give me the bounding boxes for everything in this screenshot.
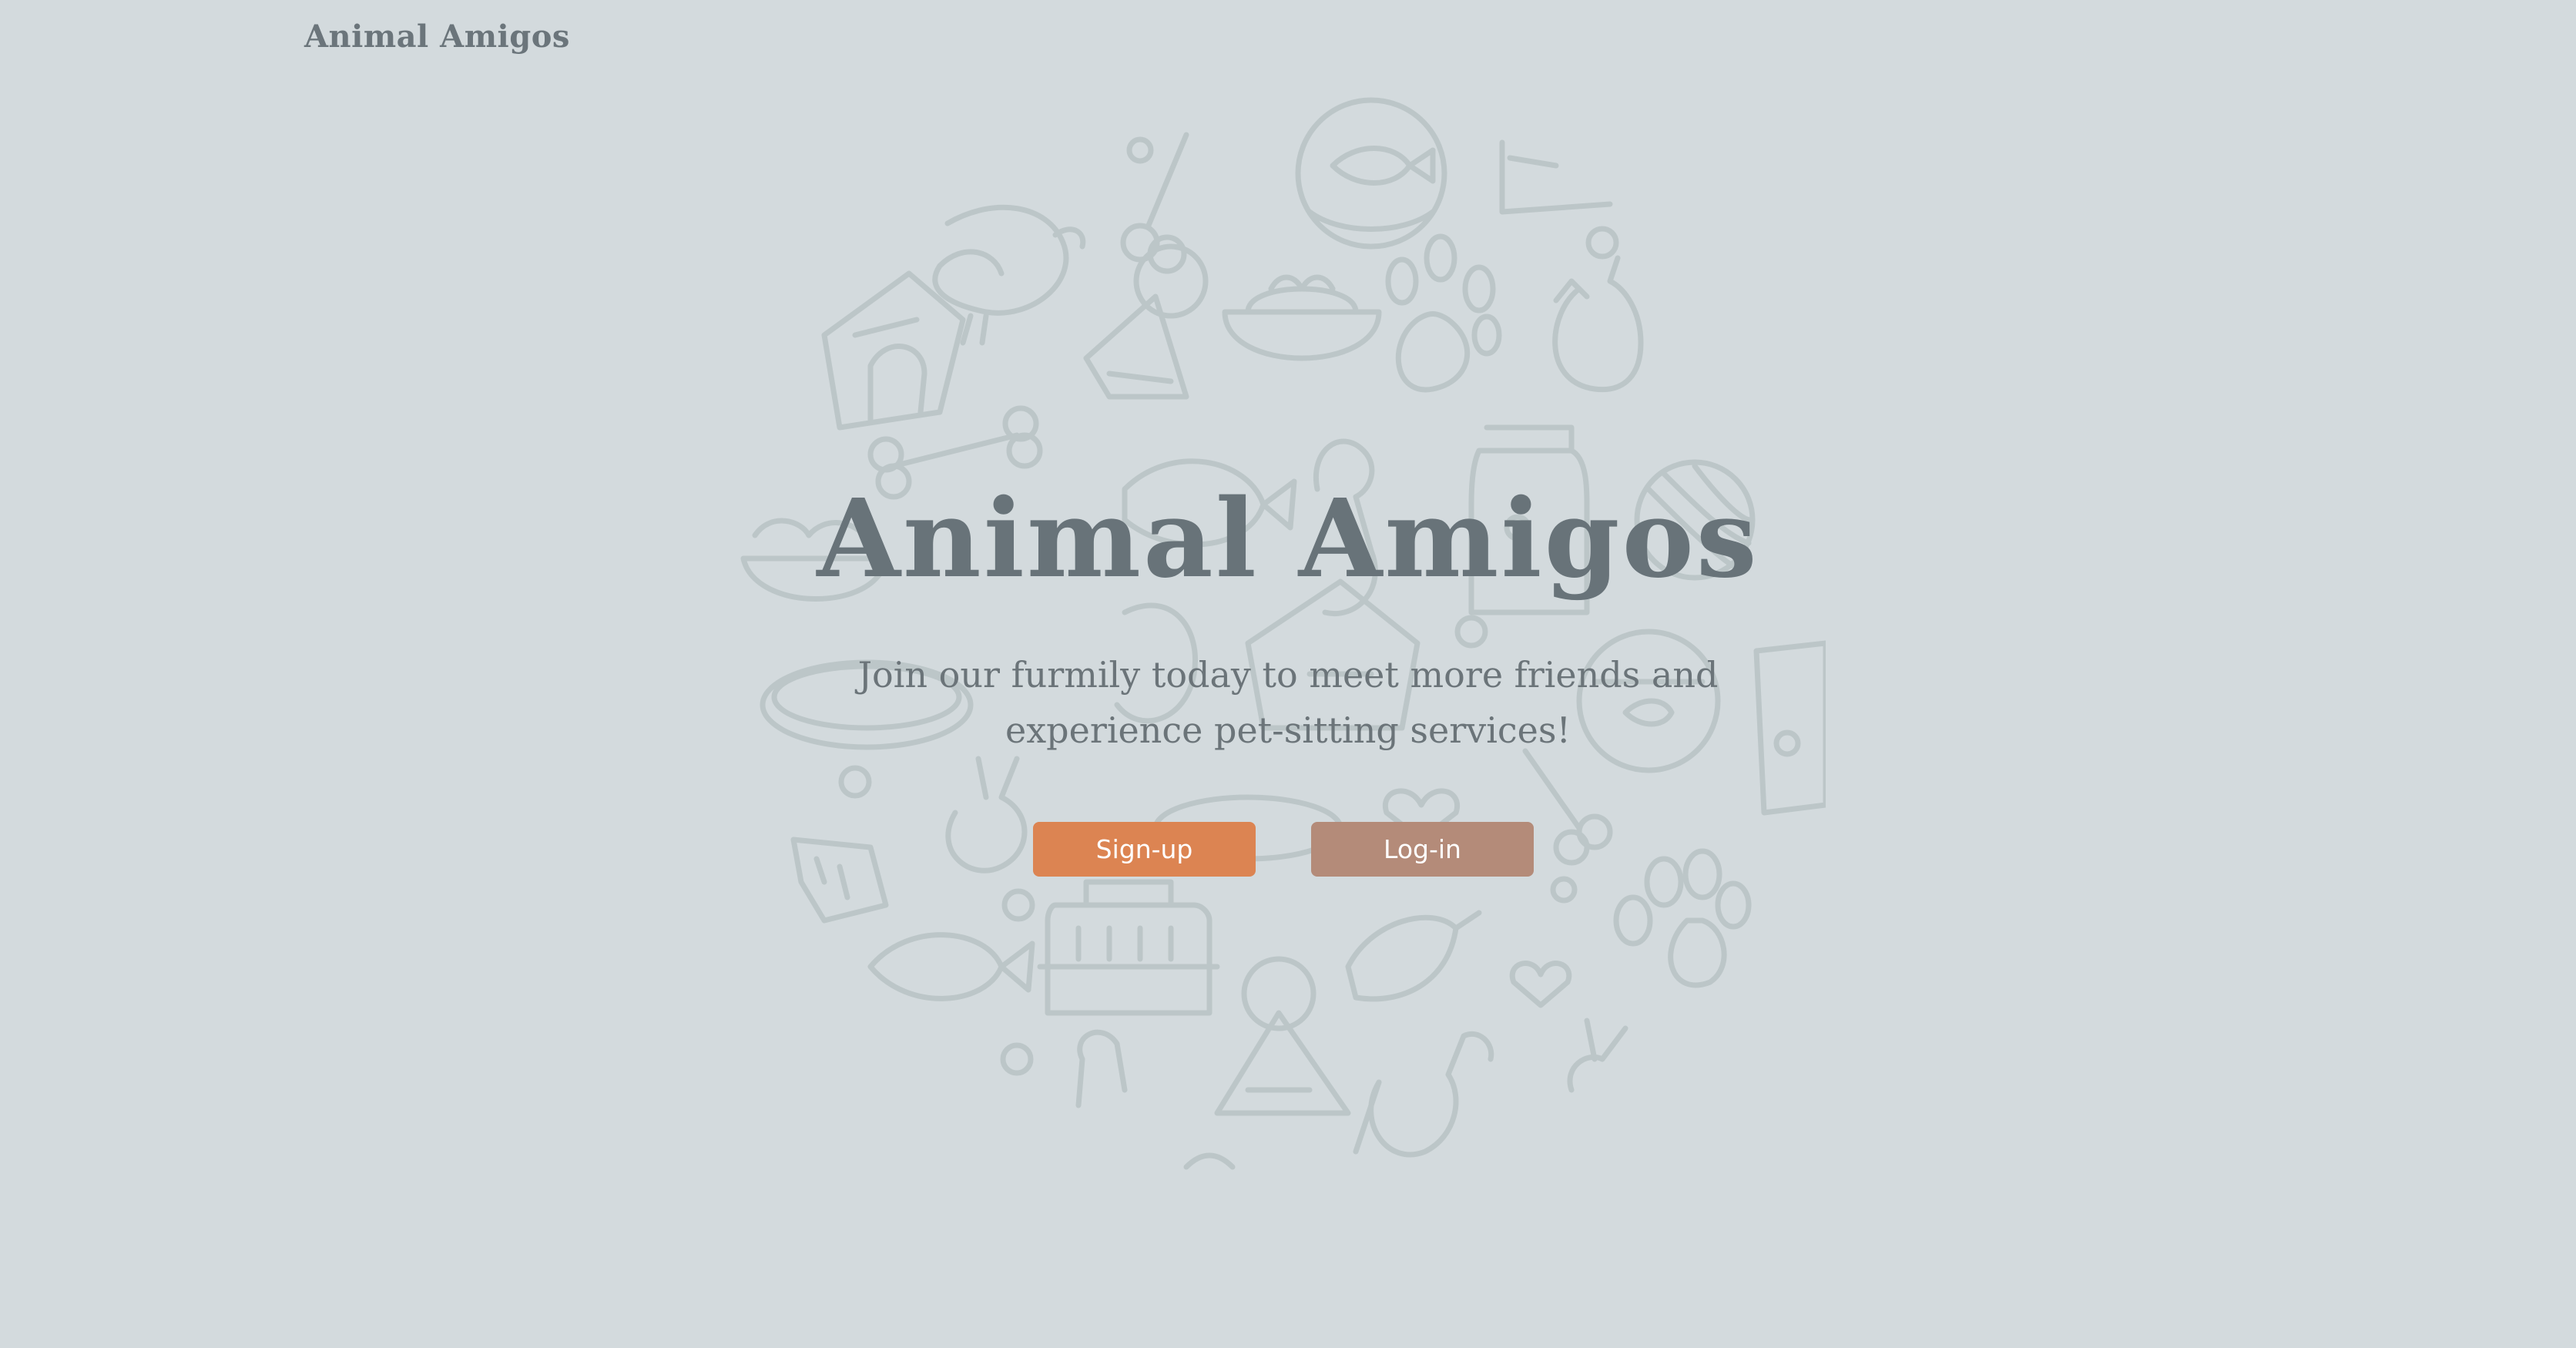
pet-pattern-background <box>740 89 1829 1182</box>
dot-icon <box>1550 876 1578 904</box>
dog-icon <box>1075 1029 1128 1108</box>
bone-icon <box>1522 748 1613 866</box>
heart-icon <box>1509 961 1572 1008</box>
cage-icon <box>790 837 889 924</box>
dot-icon <box>1000 1042 1034 1076</box>
fish-icon <box>1345 910 1482 1002</box>
parrot-icon <box>932 204 1086 346</box>
landing-page: Animal Amigos Animal Amigos Join our fur… <box>0 0 2576 1348</box>
pet-pattern-svg <box>740 97 1829 1170</box>
pet-carrier-icon <box>1037 879 1220 1016</box>
fishbowl-icon <box>1295 97 1447 250</box>
login-button[interactable]: Log-in <box>1311 822 1534 877</box>
food-bag-icon <box>1499 139 1613 215</box>
dot-icon <box>1001 888 1035 922</box>
dot-icon <box>1126 136 1154 164</box>
pet-tag-icon <box>1214 956 1351 1116</box>
cloud-icon <box>1183 1152 1236 1170</box>
food-bag-icon <box>1753 640 1829 816</box>
brand-logo[interactable]: Animal Amigos <box>304 18 570 55</box>
paw-print-icon <box>1385 233 1502 393</box>
pet-tag-icon <box>1083 243 1209 400</box>
paw-print-icon <box>1613 848 1752 988</box>
signup-button[interactable]: Sign-up <box>1033 822 1256 877</box>
dot-icon <box>1585 226 1619 260</box>
dot-icon <box>1454 615 1488 649</box>
rabbit-icon <box>945 756 1028 874</box>
fish-icon <box>867 932 1035 1001</box>
food-bowl-icon <box>1222 274 1382 361</box>
cat-icon <box>1353 1031 1494 1158</box>
hero-subtitle: Join our furmily today to meet more frie… <box>857 654 1719 751</box>
rabbit-icon <box>1567 1018 1628 1093</box>
cat-icon <box>1552 255 1644 393</box>
hero-title: Animal Amigos <box>817 476 1759 602</box>
